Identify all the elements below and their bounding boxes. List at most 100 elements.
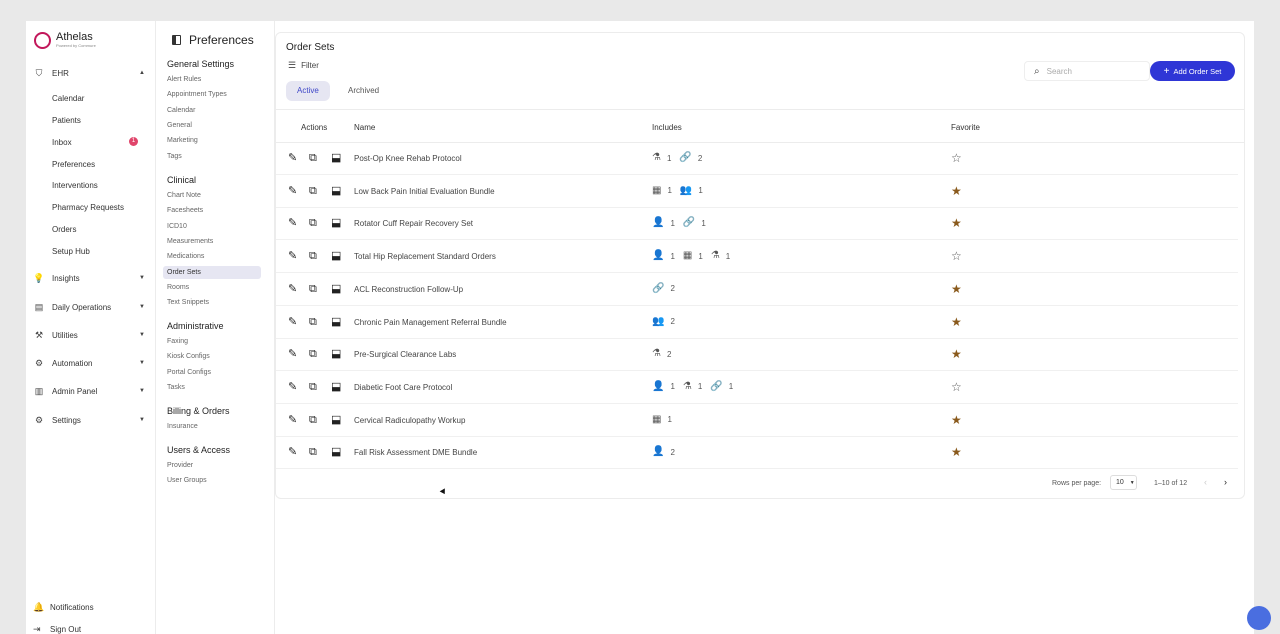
edit-icon[interactable]: ✎: [288, 447, 297, 458]
pref-item-medications[interactable]: Medications: [167, 253, 204, 260]
star-filled-icon[interactable]: ★: [951, 283, 962, 295]
copy-icon[interactable]: ⧉: [309, 414, 317, 426]
pref-item-tasks[interactable]: Tasks: [167, 384, 185, 391]
search-box[interactable]: ⌕ Search: [1024, 61, 1150, 81]
column-name[interactable]: Name: [354, 123, 375, 132]
order-set-name[interactable]: Total Hip Replacement Standard Orders: [354, 252, 496, 261]
pref-item-tags[interactable]: Tags: [167, 153, 182, 160]
copy-icon[interactable]: ⧉: [309, 349, 317, 360]
nav-item-preferences[interactable]: Preferences: [52, 160, 95, 169]
pref-item-general[interactable]: General: [167, 122, 192, 129]
pref-item-appointment-types[interactable]: Appointment Types: [167, 91, 227, 98]
table-row[interactable]: ✎ ⧉ ⬓ Pre-Surgical Clearance Labs ⚗ 2 ★: [276, 339, 1238, 372]
rows-per-page-select[interactable]: 10 ▼: [1110, 475, 1137, 490]
brand-logo[interactable]: Athelas Powered by Commure: [34, 32, 96, 49]
pref-item-provider[interactable]: Provider: [167, 462, 193, 469]
table-row[interactable]: ✎ ⧉ ⬓ Post-Op Knee Rehab Protocol ⚗ 1 🔗 2 ☆: [276, 143, 1238, 175]
edit-icon[interactable]: ✎: [288, 316, 297, 328]
tab-archived[interactable]: Archived: [337, 81, 390, 101]
table-row[interactable]: ✎ ⧉ ⬓ Cervical Radiculopathy Workup ▦ 1 ★: [276, 405, 1238, 437]
help-fab[interactable]: [1247, 606, 1271, 630]
star-filled-icon[interactable]: ★: [951, 217, 962, 229]
nav-section-admin-panel[interactable]: ▥ Admin Panel ▼: [33, 383, 145, 399]
archive-icon[interactable]: ⬓: [331, 414, 341, 426]
star-outline-icon[interactable]: ☆: [951, 381, 962, 393]
add-order-set-button[interactable]: + Add Order Set: [1150, 61, 1235, 81]
nav-item-orders[interactable]: Orders: [52, 225, 76, 234]
filter-button[interactable]: ☰ Filter: [288, 60, 319, 71]
edit-icon[interactable]: ✎: [288, 218, 297, 229]
archive-icon[interactable]: ⬓: [331, 153, 341, 164]
archive-icon[interactable]: ⬓: [331, 283, 341, 295]
pref-item-icd10[interactable]: ICD10: [167, 223, 187, 230]
copy-icon[interactable]: ⧉: [309, 381, 317, 393]
copy-icon[interactable]: ⧉: [309, 153, 317, 164]
table-row[interactable]: ✎ ⧉ ⬓ Total Hip Replacement Standard Orders…: [276, 241, 1238, 274]
order-set-name[interactable]: Low Back Pain Initial Evaluation Bundle: [354, 187, 495, 196]
pref-item-alert-rules[interactable]: Alert Rules: [167, 76, 201, 83]
nav-item-calendar[interactable]: Calendar: [52, 94, 84, 103]
star-filled-icon[interactable]: ★: [951, 348, 962, 360]
nav-section-insights[interactable]: 💡 Insights ▼: [33, 270, 145, 286]
edit-icon[interactable]: ✎: [288, 381, 297, 393]
star-filled-icon[interactable]: ★: [951, 185, 962, 197]
star-filled-icon[interactable]: ★: [951, 414, 962, 426]
order-set-name[interactable]: Pre-Surgical Clearance Labs: [354, 350, 456, 359]
edit-icon[interactable]: ✎: [288, 185, 297, 197]
star-outline-icon[interactable]: ☆: [951, 152, 962, 164]
nav-section-ehr[interactable]: ⛉ EHR ▲: [33, 65, 145, 81]
pref-item-user-groups[interactable]: User Groups: [167, 477, 207, 484]
nav-item-interventions[interactable]: Interventions: [52, 181, 98, 190]
pref-item-facesheets[interactable]: Facesheets: [167, 207, 203, 214]
nav-section-daily-operations[interactable]: ▤ Daily Operations ▼: [33, 299, 145, 315]
table-row[interactable]: ✎ ⧉ ⬓ Fall Risk Assessment DME Bundle 👤 2 ★: [276, 437, 1238, 470]
nav-item-pharmacy-requests[interactable]: Pharmacy Requests: [52, 203, 124, 212]
table-row[interactable]: ✎ ⧉ ⬓ Diabetic Foot Care Protocol 👤 1 ⚗ 1 🔗 1 ☆: [276, 372, 1238, 404]
table-row[interactable]: ✎ ⧉ ⬓ Low Back Pain Initial Evaluation Bund…: [276, 176, 1238, 208]
pref-item-measurements[interactable]: Measurements: [167, 238, 213, 245]
pref-item-order-sets[interactable]: Order Sets: [163, 265, 261, 279]
footer-sign-out[interactable]: ⇥ Sign Out: [33, 624, 81, 634]
archive-icon[interactable]: ⬓: [331, 185, 341, 197]
copy-icon[interactable]: ⧉: [309, 283, 317, 295]
edit-icon[interactable]: ✎: [288, 283, 297, 295]
order-set-name[interactable]: Post-Op Knee Rehab Protocol: [354, 154, 462, 163]
edit-icon[interactable]: ✎: [288, 251, 297, 262]
star-outline-icon[interactable]: ☆: [951, 250, 962, 262]
search-input[interactable]: Search: [1047, 67, 1072, 76]
archive-icon[interactable]: ⬓: [331, 251, 341, 262]
pref-item-rooms[interactable]: Rooms: [167, 284, 189, 291]
pref-item-calendar[interactable]: Calendar: [167, 107, 195, 114]
order-set-name[interactable]: Fall Risk Assessment DME Bundle: [354, 448, 477, 457]
nav-section-automation[interactable]: ⚙ Automation ▼: [33, 355, 145, 371]
table-row[interactable]: ✎ ⧉ ⬓ Rotator Cuff Repair Recovery Set 👤 1 🔗 1 ★: [276, 208, 1238, 241]
nav-item-setup-hub[interactable]: Setup Hub: [52, 247, 90, 256]
copy-icon[interactable]: ⧉: [309, 447, 317, 458]
archive-icon[interactable]: ⬓: [331, 218, 341, 229]
footer-notifications[interactable]: 🔔 Notifications: [33, 602, 94, 613]
archive-icon[interactable]: ⬓: [331, 447, 341, 458]
edit-icon[interactable]: ✎: [288, 414, 297, 426]
prev-page-icon[interactable]: ‹: [1204, 477, 1207, 487]
sidebar-toggle-icon[interactable]: [172, 35, 181, 45]
order-set-name[interactable]: ACL Reconstruction Follow-Up: [354, 285, 463, 294]
pref-item-kiosk-configs[interactable]: Kiosk Configs: [167, 353, 210, 360]
archive-icon[interactable]: ⬓: [331, 381, 341, 393]
pref-item-insurance[interactable]: Insurance: [167, 423, 198, 430]
pref-item-marketing[interactable]: Marketing: [167, 137, 198, 144]
table-row[interactable]: ✎ ⧉ ⬓ ACL Reconstruction Follow-Up 🔗 2 ★: [276, 274, 1238, 306]
nav-item-patients[interactable]: Patients: [52, 116, 81, 125]
next-page-icon[interactable]: ›: [1224, 477, 1227, 487]
nav-section-settings[interactable]: ⚙ Settings ▼: [33, 412, 145, 428]
star-filled-icon[interactable]: ★: [951, 316, 962, 328]
nav-item-inbox[interactable]: Inbox: [52, 138, 72, 147]
star-filled-icon[interactable]: ★: [951, 446, 962, 458]
copy-icon[interactable]: ⧉: [309, 251, 317, 262]
order-set-name[interactable]: Rotator Cuff Repair Recovery Set: [354, 219, 473, 228]
order-set-name[interactable]: Diabetic Foot Care Protocol: [354, 383, 452, 392]
edit-icon[interactable]: ✎: [288, 349, 297, 360]
order-set-name[interactable]: Chronic Pain Management Referral Bundle: [354, 318, 507, 327]
copy-icon[interactable]: ⧉: [309, 218, 317, 229]
nav-section-utilities[interactable]: ⚒ Utilities ▼: [33, 327, 145, 343]
edit-icon[interactable]: ✎: [288, 153, 297, 164]
